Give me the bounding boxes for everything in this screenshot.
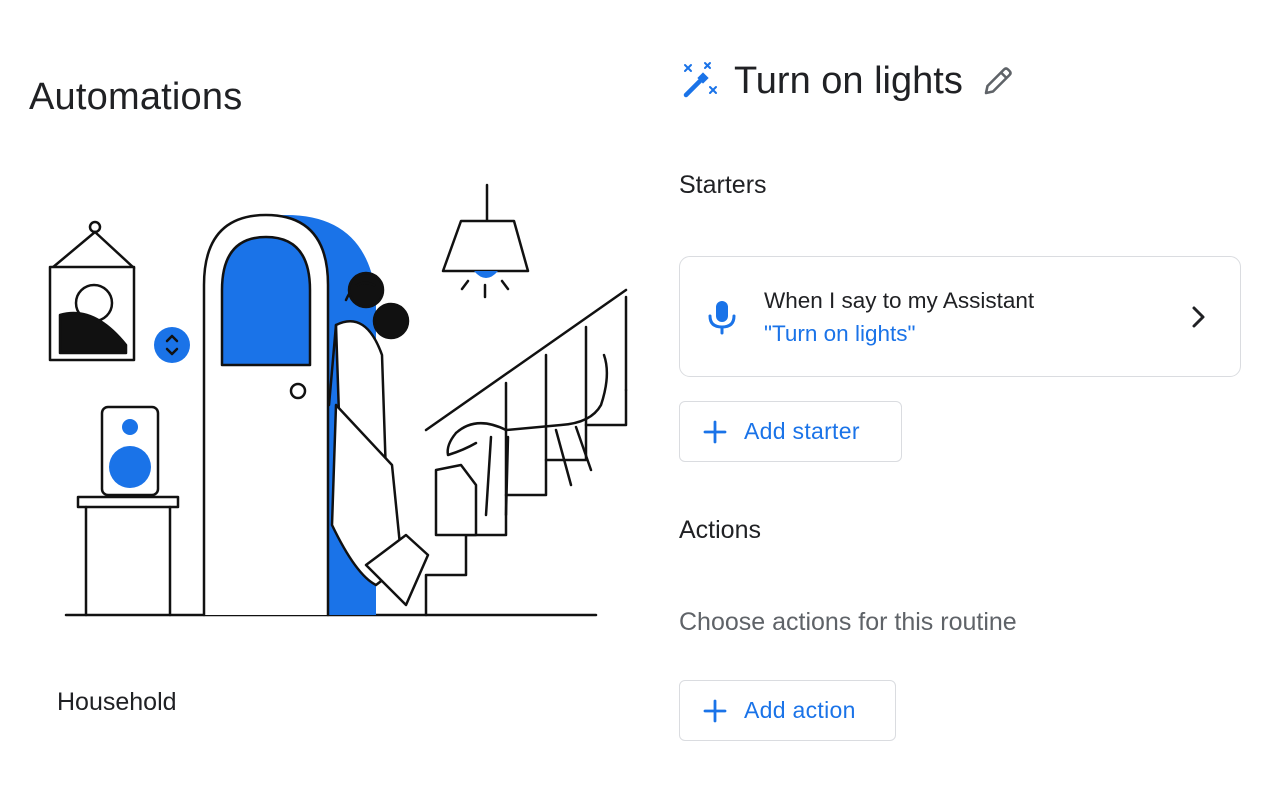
starters-heading: Starters — [679, 171, 767, 199]
actions-hint: Choose actions for this routine — [679, 608, 1017, 636]
wall-picture — [48, 220, 136, 362]
starter-card[interactable]: When I say to my Assistant "Turn on ligh… — [679, 256, 1241, 377]
smart-speaker — [76, 405, 180, 617]
starter-phrase: "Turn on lights" — [764, 321, 916, 346]
actions-heading: Actions — [679, 516, 761, 544]
household-illustration — [48, 183, 628, 617]
plus-icon — [703, 420, 727, 443]
magic-wand-icon — [683, 62, 717, 98]
add-starter-label: Add starter — [744, 418, 860, 444]
chevron-right-icon — [1192, 306, 1205, 328]
door — [202, 213, 330, 617]
dog — [434, 353, 609, 537]
routine-header: Turn on lights — [679, 58, 1015, 104]
add-starter-button[interactable]: Add starter — [679, 401, 902, 462]
plus-icon — [703, 699, 727, 722]
page-title: Automations — [29, 76, 243, 118]
microphone-icon — [708, 301, 736, 335]
add-action-button[interactable]: Add action — [679, 680, 896, 741]
add-action-label: Add action — [744, 697, 856, 723]
routine-title: Turn on lights — [734, 59, 963, 102]
pencil-icon[interactable] — [981, 64, 1015, 98]
thermostat — [154, 327, 190, 363]
household-label: Household — [57, 688, 177, 716]
starter-title: When I say to my Assistant — [764, 288, 1035, 313]
ceiling-lamp — [441, 183, 530, 299]
